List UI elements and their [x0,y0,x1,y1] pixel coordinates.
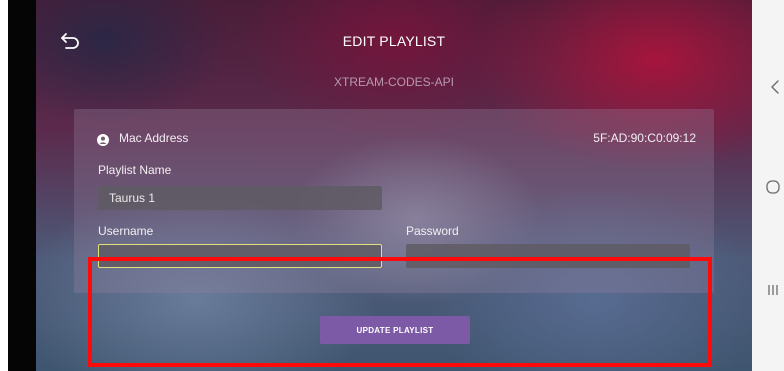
update-playlist-button[interactable]: UPDATE PLAYLIST [320,316,470,344]
playlist-name-input[interactable] [98,186,382,210]
left-edge [0,0,8,371]
password-label: Password [406,224,459,238]
user-circle-icon [97,133,109,146]
password-input[interactable] [406,244,690,268]
page-title: EDIT PLAYLIST [342,33,446,49]
edit-playlist-panel: Mac Address 5F:AD:90:C0:09:12 Playlist N… [74,109,714,293]
username-label: Username [98,224,154,238]
app-screen: EDIT PLAYLIST XTREAM-CODES-API Mac Addre… [36,0,752,371]
username-input[interactable] [98,244,382,268]
chevron-left-icon[interactable] [770,79,780,95]
playlist-type-label: XTREAM-CODES-API [333,75,454,89]
mac-address-value: 5F:AD:90:C0:09:12 [593,131,696,145]
recent-apps-icon[interactable] [767,283,779,297]
mac-address-label: Mac Address [119,131,189,145]
circle-home-icon[interactable] [766,180,780,194]
screen-bezel [8,0,36,371]
playlist-name-label: Playlist Name [98,163,172,177]
